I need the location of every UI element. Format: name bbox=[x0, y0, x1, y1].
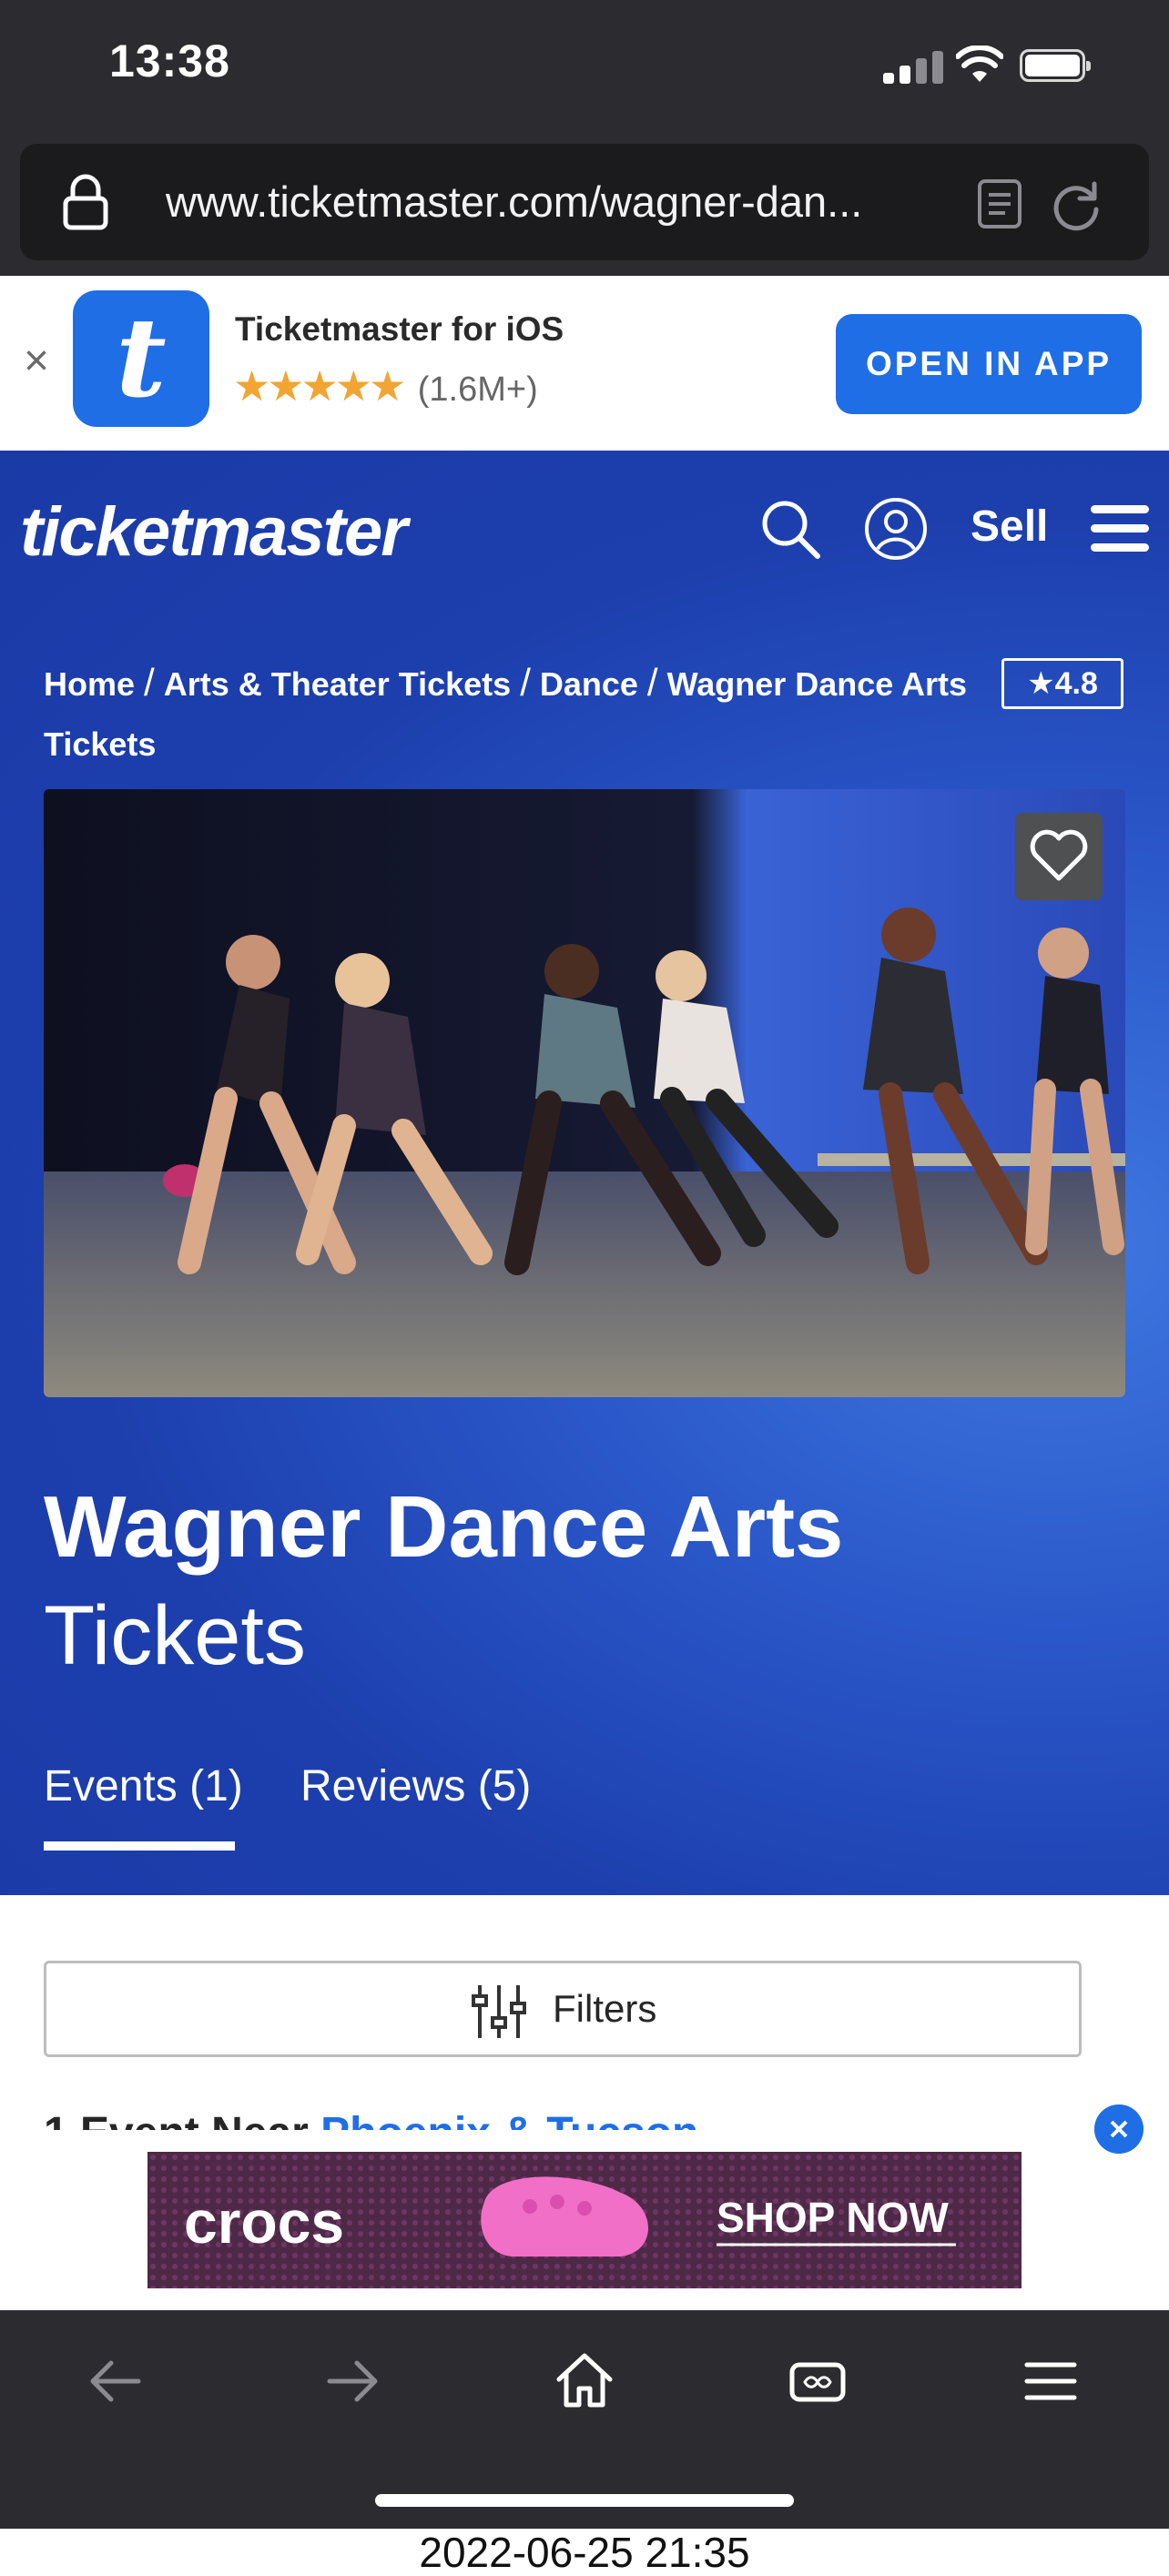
url-text[interactable]: www.ticketmaster.com/wagner-dan... bbox=[166, 177, 967, 227]
sliders-icon bbox=[472, 1985, 526, 2038]
screenshot-timestamp: 2022-06-25 21:35 bbox=[0, 2529, 1169, 2576]
event-count-prefix: 1 Event Near bbox=[44, 2109, 320, 2132]
breadcrumb-separator: / bbox=[520, 661, 531, 704]
breadcrumb-arts-theater[interactable]: Arts & Theater Tickets bbox=[164, 665, 511, 703]
performer-photo bbox=[44, 789, 1125, 1397]
ad-close-icon[interactable] bbox=[1094, 2104, 1144, 2154]
app-icon: t bbox=[73, 290, 209, 427]
filters-button[interactable]: Filters bbox=[44, 1961, 1082, 2057]
wifi-icon bbox=[956, 46, 1003, 82]
active-tab-indicator bbox=[44, 1841, 235, 1851]
app-name: Ticketmaster for iOS bbox=[235, 310, 564, 348]
open-in-app-button[interactable]: OPEN IN APP bbox=[836, 314, 1142, 414]
ticketmaster-logo[interactable]: ticketmaster bbox=[20, 492, 408, 572]
rating-count: (1.6M+) bbox=[417, 370, 538, 409]
browser-chrome-top: 13:38 www.ticketmaster.com/wagner-dan... bbox=[0, 0, 1169, 276]
search-icon[interactable] bbox=[757, 496, 823, 562]
tab-reviews[interactable]: Reviews (5) bbox=[300, 1761, 531, 1811]
favorite-heart-icon[interactable] bbox=[1015, 813, 1103, 900]
home-icon[interactable] bbox=[552, 2348, 617, 2414]
reload-icon[interactable] bbox=[1049, 177, 1103, 231]
star-rating-icon: ★★★★★ bbox=[233, 362, 406, 410]
status-time: 13:38 bbox=[109, 35, 230, 86]
filters-label: Filters bbox=[553, 1987, 657, 2030]
home-indicator[interactable] bbox=[375, 2494, 794, 2507]
breadcrumb-separator: / bbox=[144, 661, 155, 704]
menu-lines-icon[interactable] bbox=[1018, 2348, 1083, 2414]
page-title: Wagner Dance Arts bbox=[44, 1478, 844, 1576]
ad-cta-text: SHOP NOW bbox=[717, 2194, 949, 2241]
location-link[interactable]: Phoenix & Tucson bbox=[320, 2109, 698, 2132]
page-subtitle: Tickets bbox=[44, 1589, 306, 1682]
breadcrumb-dance[interactable]: Dance bbox=[540, 665, 638, 703]
sell-link[interactable]: Sell bbox=[971, 502, 1048, 552]
app-install-banner: × t Ticketmaster for iOS ★★★★★ (1.6M+) O… bbox=[0, 276, 1169, 451]
lock-icon bbox=[63, 174, 108, 230]
battery-icon bbox=[1020, 49, 1091, 82]
crocs-ad-banner[interactable]: crocs SHOP NOW bbox=[147, 2152, 1022, 2288]
ad-brand-text: crocs bbox=[184, 2188, 344, 2256]
reader-mode-icon[interactable] bbox=[976, 178, 1023, 229]
cellular-signal-icon bbox=[883, 51, 947, 84]
account-icon[interactable] bbox=[863, 496, 929, 562]
forward-arrow-icon[interactable] bbox=[319, 2348, 384, 2414]
banner-close-button[interactable]: × bbox=[18, 340, 55, 383]
hamburger-menu-icon[interactable] bbox=[1091, 505, 1149, 553]
breadcrumb-separator: / bbox=[646, 661, 658, 704]
event-count-heading: 1 Event Near Phoenix & Tucson bbox=[44, 2106, 954, 2132]
breadcrumb: Home / Arts & Theater Tickets / Dance / Wagner… bbox=[44, 653, 991, 775]
tabs-icon[interactable] bbox=[785, 2348, 850, 2414]
rating-badge[interactable]: ★4.8 bbox=[1001, 658, 1123, 709]
back-arrow-icon[interactable] bbox=[84, 2348, 149, 2414]
address-bar[interactable]: www.ticketmaster.com/wagner-dan... bbox=[20, 144, 1149, 260]
app-rating: ★★★★★ (1.6M+) bbox=[233, 361, 538, 411]
hero-section: ticketmaster Sell Home / Arts & Theater Ti… bbox=[0, 451, 1169, 1895]
tab-events[interactable]: Events (1) bbox=[44, 1761, 243, 1811]
breadcrumb-home[interactable]: Home bbox=[44, 665, 135, 703]
